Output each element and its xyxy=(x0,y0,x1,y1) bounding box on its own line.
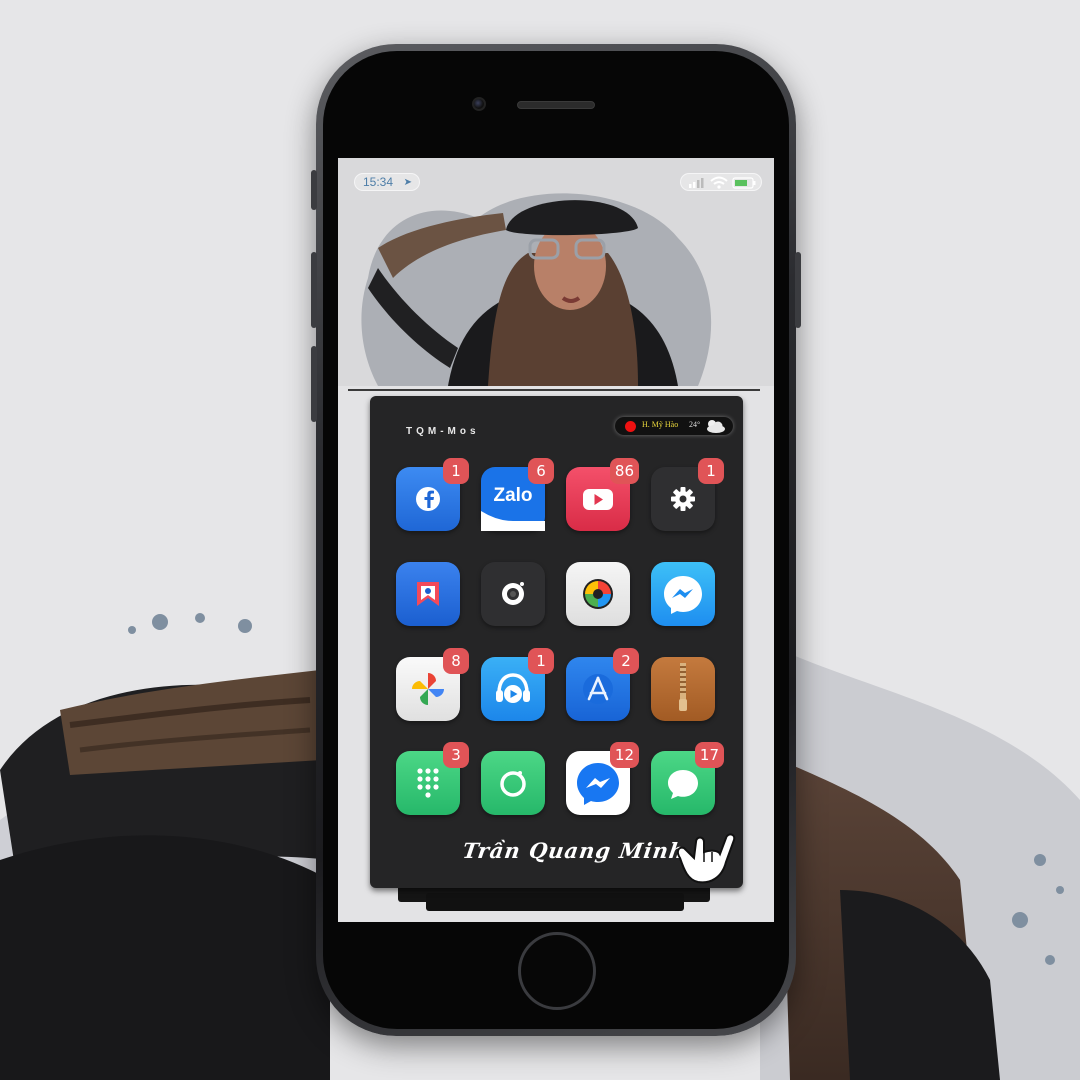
record-dot-icon xyxy=(625,421,636,432)
weather-temperature: 24° xyxy=(689,420,701,429)
phone-screen: 15:34 ➤ TQM-Mos H. Mỹ Hào 24° 1 Zalo 6 8… xyxy=(338,158,774,922)
power-button xyxy=(795,252,801,328)
app-music-player[interactable]: 1 xyxy=(481,648,554,721)
camera-ring-icon xyxy=(500,771,526,797)
app-camera[interactable] xyxy=(481,562,545,626)
app-photo-lens[interactable] xyxy=(566,562,630,626)
app-youtube[interactable]: 86 xyxy=(566,458,639,531)
status-time: 15:34 ➤ xyxy=(354,173,420,191)
app-zalo[interactable]: Zalo 6 xyxy=(481,458,554,531)
app-google-photos[interactable]: 8 xyxy=(396,648,469,721)
wallpaper-portrait xyxy=(338,158,774,386)
app-widget-panel: TQM-Mos H. Mỹ Hào 24° 1 Zalo 6 86 1 8 1 … xyxy=(370,396,743,888)
notification-badge: 1 xyxy=(443,458,469,484)
earpiece-speaker xyxy=(517,101,595,109)
separator-line xyxy=(348,389,760,391)
notification-badge: 17 xyxy=(694,742,724,768)
widget-title: TQM-Mos xyxy=(406,426,480,437)
notification-badge: 86 xyxy=(609,458,639,484)
signal-wifi-battery-icons xyxy=(689,176,756,189)
camera-icon xyxy=(502,582,524,605)
notification-badge: 3 xyxy=(443,742,469,768)
app-store[interactable]: 2 xyxy=(566,648,639,721)
notification-badge: 1 xyxy=(698,458,724,484)
app-bookmark[interactable] xyxy=(396,562,460,626)
zip-archive-icon xyxy=(679,663,687,711)
volume-up-button xyxy=(311,252,317,328)
bookmark-app-icon xyxy=(417,582,439,606)
signature-text: Trần Quang Minh xyxy=(461,838,688,863)
hang-loose-hand-icon xyxy=(676,833,736,884)
front-camera xyxy=(472,97,486,111)
app-messages[interactable]: 17 xyxy=(651,742,724,815)
notification-badge: 12 xyxy=(609,742,639,768)
app-messenger[interactable] xyxy=(651,562,715,626)
location-arrow-icon: ➤ xyxy=(403,177,412,188)
app-camera-ring[interactable] xyxy=(481,751,545,815)
weather-location: H. Mỹ Hào xyxy=(642,420,679,429)
app-facebook[interactable]: 1 xyxy=(396,458,469,531)
partly-cloudy-icon xyxy=(707,420,725,433)
weather-widget[interactable]: H. Mỹ Hào 24° xyxy=(615,417,733,435)
status-time-text: 15:34 xyxy=(363,175,394,189)
notification-badge: 2 xyxy=(613,648,639,674)
status-icons xyxy=(680,173,762,191)
home-button[interactable] xyxy=(518,932,596,1010)
messenger-icon xyxy=(664,576,702,614)
panel-stack-shadow xyxy=(426,893,684,911)
notification-badge: 6 xyxy=(528,458,554,484)
notification-badge: 8 xyxy=(443,648,469,674)
app-messenger-white[interactable]: 12 xyxy=(566,742,639,815)
volume-down-button xyxy=(311,346,317,422)
zalo-label: Zalo xyxy=(493,485,532,506)
app-dialer[interactable]: 3 xyxy=(396,742,469,815)
app-zip-archive[interactable] xyxy=(651,657,715,721)
app-settings[interactable]: 1 xyxy=(651,458,724,531)
mute-switch xyxy=(311,170,317,210)
notification-badge: 1 xyxy=(528,648,554,674)
photo-lens-icon xyxy=(583,579,613,609)
